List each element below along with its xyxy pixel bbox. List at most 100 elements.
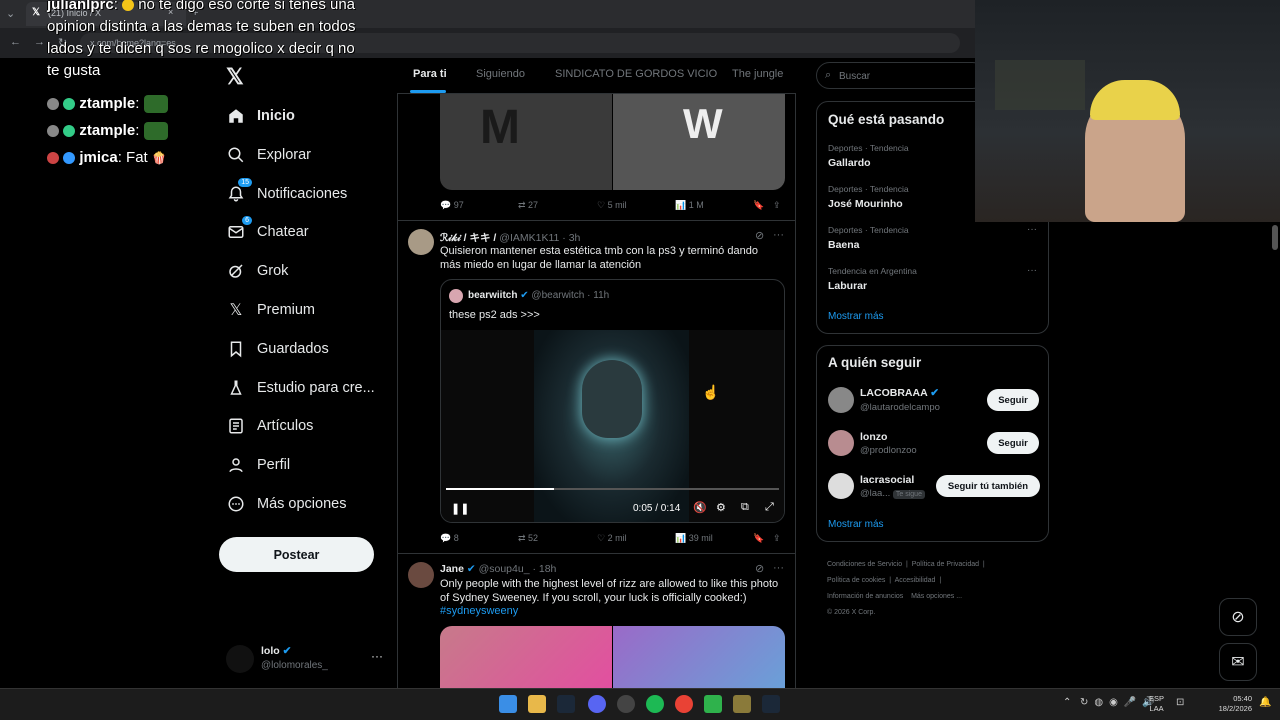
tweet-handle[interactable]: @IAMK1K11 [499,232,559,244]
retweet-button[interactable]: ⇄ 27 [518,200,538,211]
retweet-button[interactable]: ⇄ 52 [518,533,538,544]
more-dots-icon[interactable]: ··· [773,562,784,574]
follow-button[interactable]: Seguir [987,432,1039,454]
account-switcher[interactable]: lolo ✔ @lolomorales_ ··· [226,643,386,675]
show-more-link[interactable]: Mostrar más [828,519,884,530]
chrome-icon[interactable] [675,695,693,713]
tweet-time[interactable]: · 18h [532,563,556,575]
nav-item-grok[interactable]: Grok [226,252,396,290]
avatar[interactable] [828,430,854,456]
notification-bell-icon[interactable]: 🔔 [1259,697,1271,708]
scrollbar-thumb[interactable] [1272,225,1278,250]
file-explorer-icon[interactable] [528,695,546,713]
network-icon[interactable]: ⊡ [1176,697,1184,708]
more-dots-icon[interactable]: ··· [1027,224,1037,235]
footer-link[interactable]: Más opciones ... [911,593,962,600]
kick-icon[interactable] [704,695,722,713]
like-button[interactable]: ♡ 2 mil [597,533,627,544]
like-button[interactable]: ♡ 5 mil [597,200,627,211]
tweet-media-image[interactable]: M [440,94,612,190]
tab-list-the-jungle[interactable]: The jungle [732,68,783,80]
nav-item-bookmarks[interactable]: Guardados [226,330,396,368]
steam-icon[interactable] [762,695,780,713]
footer-link[interactable]: Política de Privacidad [912,561,979,568]
tweet-media-image[interactable] [613,626,785,688]
footer-link[interactable]: Información de anuncios [827,593,903,600]
windows-start-icon[interactable] [499,695,517,713]
tweet-media-image[interactable] [440,626,612,688]
tab-following[interactable]: Siguiendo [476,68,525,80]
follow-button[interactable]: Seguir [987,389,1039,411]
tab-for-you[interactable]: Para ti [413,68,447,80]
avatar[interactable] [828,387,854,413]
footer-link[interactable]: Condiciones de Servicio [827,561,902,568]
grok-icon[interactable]: ⊘ [755,562,764,575]
mute-icon[interactable]: 🔇 [693,501,707,514]
nav-item-chat[interactable]: 6 Chatear [226,213,396,251]
views-button[interactable]: 📊 1 M [675,200,704,211]
bookmark-icon[interactable]: 🔖 [753,533,764,544]
tweet-author-name[interactable]: ℛ𝒾𝓀𝒾 / キキ / [440,232,496,244]
more-dots-icon[interactable]: ··· [1027,265,1037,276]
follow-name[interactable]: lonzo [860,431,887,443]
share-icon[interactable]: ⇪ [773,533,781,544]
trend-item[interactable]: Deportes · Tendencia Gallardo [828,143,909,169]
follow-name[interactable]: LACOBRAAA ✔ [860,387,939,399]
tweet-time[interactable]: · 3h [562,232,580,244]
reply-button[interactable]: 💬 8 [440,533,459,544]
app-icon[interactable] [733,695,751,713]
language-indicator[interactable]: ESP LAA [1149,694,1164,714]
pause-icon[interactable]: ❚❚ [451,502,469,515]
more-dots-icon[interactable]: ··· [773,229,784,241]
follow-name[interactable]: lacrasocial [860,474,914,486]
share-icon[interactable]: ⇪ [773,200,781,211]
spotify-icon[interactable] [646,695,664,713]
tweet-author-name[interactable]: Jane [440,563,464,575]
settings-gear-icon[interactable]: ⚙ [716,501,726,514]
pip-icon[interactable]: ⧉ [741,501,749,514]
messages-fab-button[interactable]: ✉ [1219,643,1257,681]
nav-item-articles[interactable]: Artículos [226,407,396,445]
follow-back-button[interactable]: Seguir tú también [936,475,1040,497]
nav-item-profile[interactable]: Perfil [226,446,396,484]
views-button[interactable]: 📊 39 mil [675,533,713,544]
show-more-link[interactable]: Mostrar más [828,311,884,322]
avatar[interactable] [828,473,854,499]
back-icon[interactable]: ← [10,36,21,48]
tab-list-sindicato[interactable]: SINDICATO DE GORDOS VICIO [555,68,717,80]
tab-list-icon[interactable]: ⌄ [6,7,15,20]
steam-icon[interactable] [557,695,575,713]
search-input[interactable]: ⌕ Buscar [816,62,986,89]
video-player[interactable]: ❚❚ 0:05 / 0:14 🔇 ⚙ ⧉ ⤢ [441,330,784,522]
trend-item[interactable]: Tendencia en Argentina Laburar [828,266,917,292]
avatar[interactable] [408,562,434,588]
nav-item-notifications[interactable]: 15 Notificaciones [226,175,396,213]
grok-fab-button[interactable]: ⊘ [1219,598,1257,636]
app-icon[interactable] [617,695,635,713]
footer-link[interactable]: Política de cookies [827,577,885,584]
quoted-tweet[interactable]: bearwiitch ✔ @bearwitch · 11h these ps2 … [440,279,785,523]
notification-count-badge: 15 [238,178,252,187]
more-dots-icon[interactable]: ··· [371,649,383,663]
trend-item[interactable]: Deportes · Tendencia Baena [828,225,909,251]
tray-chevron-icon[interactable]: ⌃ [1063,697,1071,708]
nav-item-premium[interactable]: 𝕏 Premium [226,291,396,329]
avatar[interactable] [408,229,434,255]
trend-item[interactable]: Deportes · Tendencia José Mourinho [828,184,909,210]
hashtag-link[interactable]: #sydneysweeny [440,604,518,618]
post-button[interactable]: Postear [219,537,374,572]
fullscreen-icon[interactable]: ⤢ [765,501,774,514]
clock[interactable]: 05:40 18/2/2026 [1208,694,1252,714]
discord-icon[interactable] [588,695,606,713]
forward-icon[interactable]: → [34,36,45,48]
nav-item-creator-studio[interactable]: Estudio para cre... [226,369,396,407]
nav-item-home[interactable]: Inicio [226,97,396,135]
reply-button[interactable]: 💬 97 [440,200,464,211]
nav-item-explore[interactable]: Explorar [226,136,396,174]
tweet-media-image[interactable]: W [613,94,785,190]
footer-link[interactable]: Accesibilidad [895,577,936,584]
nav-item-more[interactable]: Más opciones [226,485,396,523]
tweet-handle[interactable]: @soup4u_ [479,563,530,575]
bookmark-icon[interactable]: 🔖 [753,200,764,211]
grok-icon[interactable]: ⊘ [755,229,764,242]
